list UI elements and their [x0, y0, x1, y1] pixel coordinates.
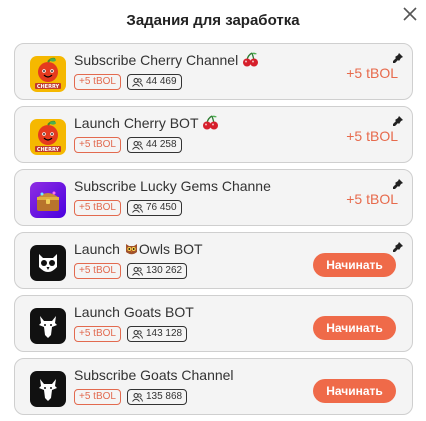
- task-card-subscribe-lucky-gems[interactable]: Subscribe Lucky Gems Channe +5 tBOL 76 4…: [14, 169, 413, 226]
- goat-logo-icon: [30, 371, 66, 407]
- participants-badge: 44 258: [126, 137, 182, 153]
- task-list: CHERRY Subscribe Cherry Channel +5 tBOL: [14, 43, 413, 421]
- reward-badge: +5 tBOL: [74, 326, 121, 342]
- treasure-chest-icon: [30, 182, 66, 218]
- task-card-launch-goats-bot[interactable]: Launch Goats BOT +5 tBOL 143 128 Начинат…: [14, 295, 413, 352]
- participants-count: 135 868: [145, 391, 183, 402]
- svg-text:CHERRY: CHERRY: [37, 147, 60, 153]
- users-icon: [132, 329, 143, 339]
- reward-amount: +5 tBOL: [346, 191, 398, 207]
- users-icon: [132, 140, 143, 150]
- users-icon: [132, 392, 143, 402]
- close-icon[interactable]: [400, 4, 420, 24]
- task-badges: +5 tBOL 143 128: [74, 326, 188, 342]
- pin-icon: [392, 114, 404, 126]
- task-badges: +5 tBOL 44 258: [74, 137, 182, 153]
- cherries-icon: [202, 115, 219, 133]
- users-icon: [132, 266, 143, 276]
- reward-amount: +5 tBOL: [346, 65, 398, 81]
- start-button[interactable]: Начинать: [313, 379, 396, 403]
- participants-badge: 143 128: [126, 326, 188, 342]
- reward-badge: +5 tBOL: [74, 389, 121, 405]
- reward-badge: +5 tBOL: [74, 74, 121, 90]
- reward-amount: +5 tBOL: [346, 128, 398, 144]
- cherry-logo-icon: CHERRY: [30, 119, 66, 155]
- owl-emoji-icon: [124, 241, 139, 259]
- start-button[interactable]: Начинать: [313, 316, 396, 340]
- participants-count: 44 258: [145, 139, 177, 150]
- svg-text:CHERRY: CHERRY: [37, 84, 60, 90]
- task-card-launch-cherry-bot[interactable]: CHERRY Launch Cherry BOT +5 tBOL 44 258 …: [14, 106, 413, 163]
- goat-logo-icon: [30, 308, 66, 344]
- participants-badge: 76 450: [126, 200, 182, 216]
- pin-icon: [392, 177, 404, 189]
- pin-icon: [392, 51, 404, 63]
- task-title: Launch Cherry BOT: [74, 115, 219, 133]
- start-button[interactable]: Начинать: [313, 253, 396, 277]
- reward-badge: +5 tBOL: [74, 200, 121, 216]
- task-badges: +5 tBOL 76 450: [74, 200, 182, 216]
- dialog-title: Задания для заработка: [126, 12, 300, 29]
- task-card-launch-owls-bot[interactable]: Launch Owls BOT +5 tBOL 130 262 Начинать: [14, 232, 413, 289]
- task-card-subscribe-cherry-channel[interactable]: CHERRY Subscribe Cherry Channel +5 tBOL: [14, 43, 413, 100]
- participants-badge: 44 469: [126, 74, 182, 90]
- cherries-icon: [242, 52, 259, 70]
- owl-logo-icon: [30, 245, 66, 281]
- users-icon: [132, 77, 143, 87]
- reward-badge: +5 tBOL: [74, 263, 121, 279]
- participants-badge: 130 262: [126, 263, 188, 279]
- task-card-subscribe-goats-channel[interactable]: Subscribe Goats Channel +5 tBOL 135 868 …: [14, 358, 413, 415]
- participants-badge: 135 868: [126, 389, 188, 405]
- task-badges: +5 tBOL 44 469: [74, 74, 182, 90]
- task-badges: +5 tBOL 135 868: [74, 389, 188, 405]
- participants-count: 76 450: [145, 202, 177, 213]
- task-title: Subscribe Goats Channel: [74, 367, 234, 383]
- reward-badge: +5 tBOL: [74, 137, 121, 153]
- participants-count: 44 469: [145, 76, 177, 87]
- participants-count: 143 128: [145, 328, 183, 339]
- task-title: Subscribe Cherry Channel: [74, 52, 259, 70]
- task-title: Launch Owls BOT: [74, 241, 203, 259]
- cherry-logo-icon: CHERRY: [30, 56, 66, 92]
- task-badges: +5 tBOL 130 262: [74, 263, 188, 279]
- pin-icon: [392, 240, 404, 252]
- dialog-header: Задания для заработка: [0, 0, 426, 42]
- task-title: Subscribe Lucky Gems Channe: [74, 178, 271, 194]
- task-title: Launch Goats BOT: [74, 304, 194, 320]
- users-icon: [132, 203, 143, 213]
- participants-count: 130 262: [145, 265, 183, 276]
